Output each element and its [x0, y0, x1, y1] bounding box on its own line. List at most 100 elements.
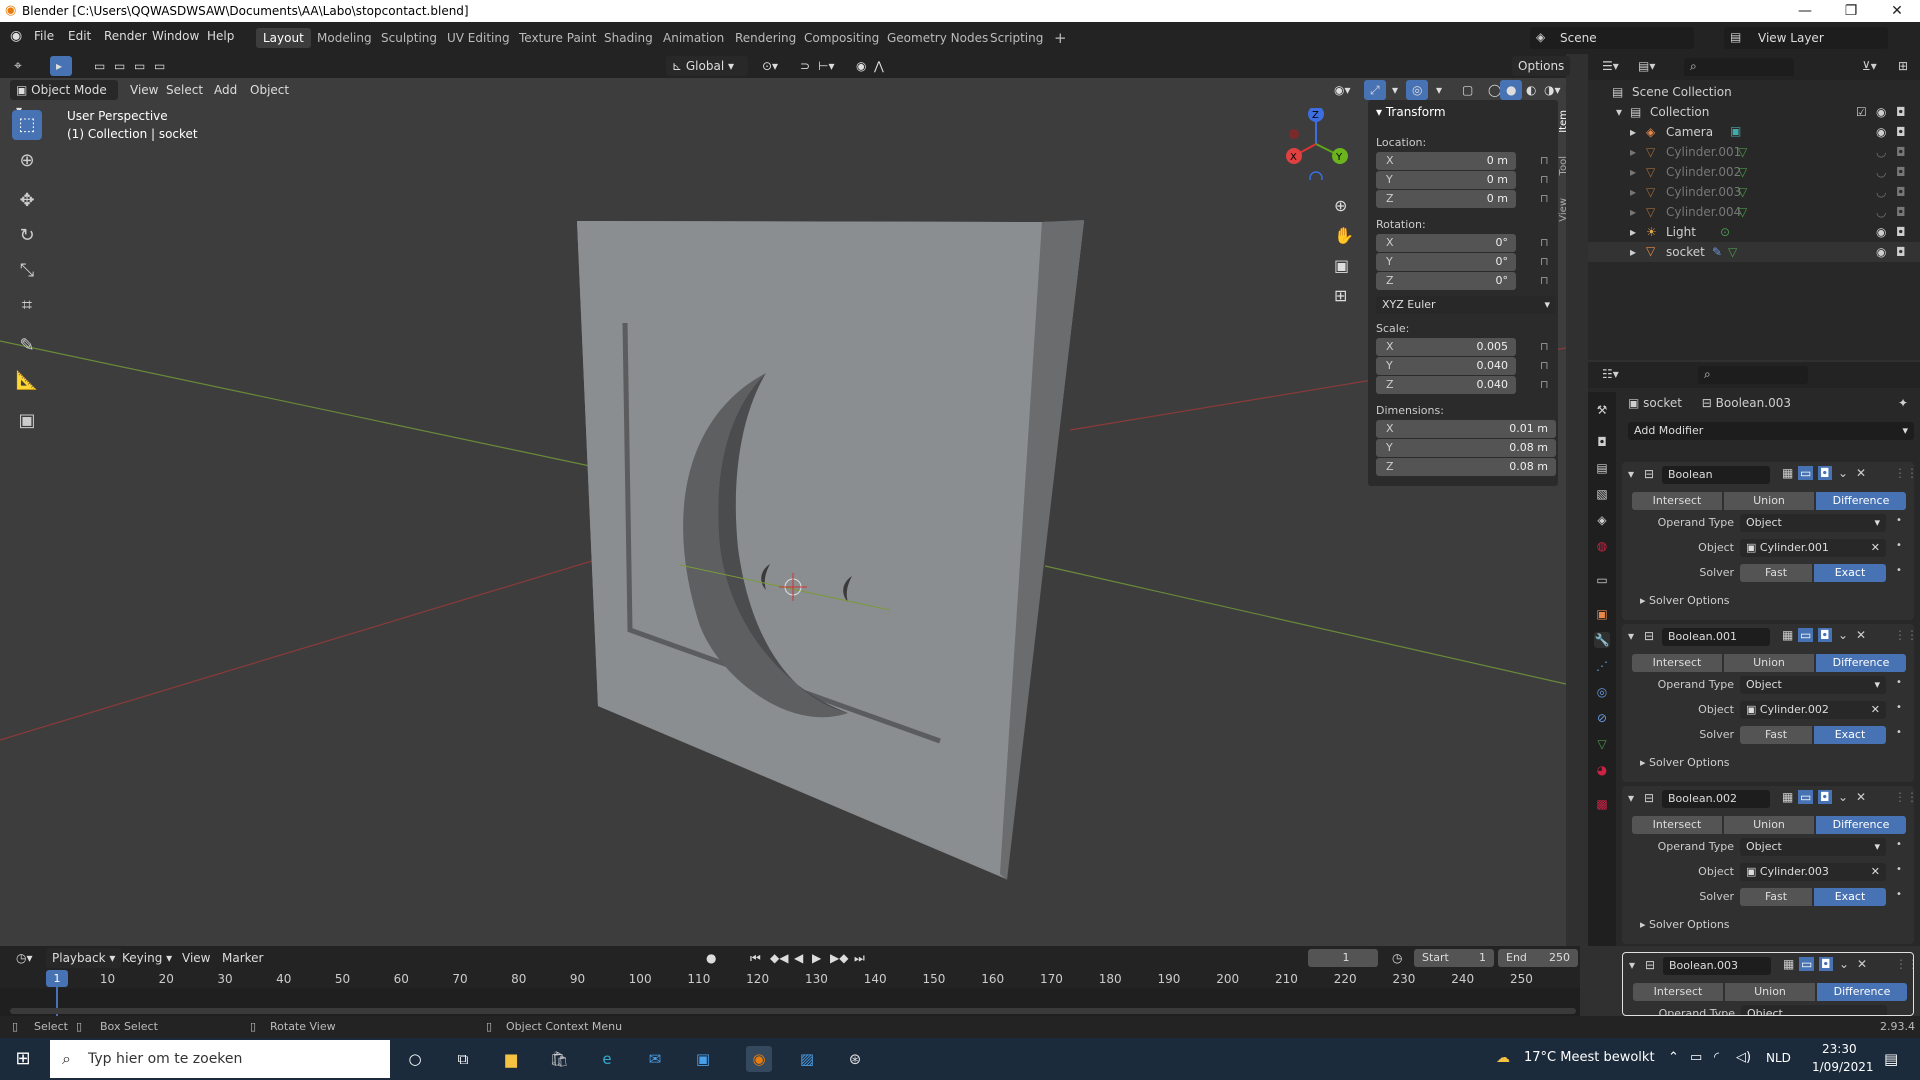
tab-texture-paint[interactable]: Texture Paint [512, 28, 603, 48]
remove-modifier-icon[interactable]: ✕ [1857, 957, 1867, 971]
properties-type-icon[interactable]: ☷▾ [1602, 367, 1619, 381]
eye-icon[interactable]: ◉ [1876, 225, 1886, 239]
solver-fast-button[interactable]: Fast [1740, 726, 1812, 744]
outliner-row-socket[interactable]: ▸ ▽ socket ✎ ▽ ◉ ◘ [1588, 242, 1920, 262]
clear-icon[interactable]: ✕ [1871, 701, 1880, 719]
outliner-row-cylinder-001[interactable]: ▸ ▽ Cylinder.001 ▽ ◡ ◘ [1588, 142, 1920, 162]
keyframe-dot-icon[interactable]: • [1896, 839, 1902, 850]
cortana-icon[interactable]: ○ [402, 1046, 428, 1072]
viewport-toggle-icon[interactable]: ▭ [1798, 790, 1814, 804]
tab-compositing[interactable]: Compositing [797, 28, 886, 48]
camera-icon[interactable]: ◘ [1896, 225, 1906, 239]
network-icon[interactable]: ▭ [1690, 1050, 1702, 1065]
clock-time[interactable]: 23:30 [1822, 1042, 1857, 1056]
outliner-type-icon[interactable]: ☰▾ [1602, 59, 1619, 73]
collapse-icon[interactable]: ▾ [1628, 629, 1634, 643]
visibility-icon[interactable]: ◉▾ [1328, 80, 1357, 100]
object-tab-icon[interactable]: ▣ [1594, 606, 1610, 622]
tab-view[interactable]: View [1558, 198, 1574, 222]
transform-header[interactable]: ▾ Transform [1376, 105, 1446, 119]
volume-icon[interactable]: ◁) [1736, 1050, 1751, 1065]
scene-selector[interactable]: ◈ Scene [1530, 27, 1694, 49]
menu-marker[interactable]: Marker [216, 948, 269, 968]
add-workspace-icon[interactable]: + [1047, 28, 1074, 48]
render-toggle-icon[interactable]: ◘ [1818, 790, 1832, 804]
expand-icon[interactable]: ▸ [1630, 185, 1636, 199]
editmode-toggle-icon[interactable]: ▦ [1782, 790, 1793, 804]
difference-button[interactable]: Difference [1816, 654, 1906, 672]
scale-z-field[interactable]: Z 0.040 [1376, 376, 1516, 394]
camera-icon[interactable]: ◘ [1896, 145, 1906, 159]
view-layer-tab-icon[interactable]: ▧ [1594, 486, 1610, 502]
keyframe-dot-icon[interactable]: • [1896, 565, 1902, 576]
menu-object[interactable]: Object [244, 80, 295, 100]
scale-tool-icon[interactable]: ⤡ [12, 256, 42, 286]
lock-icon[interactable]: ⊓ [1540, 359, 1549, 372]
solver-exact-button[interactable]: Exact [1814, 726, 1886, 744]
expand-icon[interactable]: ▸ [1630, 245, 1636, 259]
union-button[interactable]: Union [1724, 816, 1814, 834]
view-layer-selector[interactable]: ▤ View Layer [1724, 27, 1888, 49]
navigation-gizmo[interactable]: Z Y X [1280, 106, 1352, 185]
rotation-z-field[interactable]: Z 0° [1376, 272, 1516, 290]
display-mode-icon[interactable]: ▤▾ [1638, 59, 1655, 73]
solver-exact-button[interactable]: Exact [1814, 564, 1886, 582]
orientation-dropdown[interactable]: ⊾ Global ▾ [666, 56, 748, 76]
eye-hidden-icon[interactable]: ◡ [1876, 205, 1886, 219]
lock-icon[interactable]: ⊓ [1540, 154, 1549, 167]
outliner-row-light[interactable]: ▸ ☀ Light ⊙ ◉ ◘ [1588, 222, 1920, 242]
editmode-toggle-icon[interactable]: ▦ [1782, 466, 1793, 480]
pan-hand-icon[interactable]: ✋ [1334, 226, 1354, 245]
modifier-tab-icon[interactable]: 🔧 [1594, 632, 1610, 648]
options-dropdown[interactable]: Options [1512, 56, 1571, 76]
photos-icon[interactable]: ▨ [794, 1046, 820, 1072]
location-x-field[interactable]: X 0 m [1376, 152, 1516, 170]
expand-icon[interactable]: ▸ [1630, 225, 1636, 239]
jump-end-icon[interactable]: ⏭ [848, 948, 871, 968]
tab-animation[interactable]: Animation [656, 28, 731, 48]
camera-icon[interactable]: ◘ [1896, 165, 1906, 179]
rendered-shading-icon[interactable]: ◑▾ [1538, 80, 1567, 100]
camera-icon[interactable]: ◘ [1896, 125, 1906, 139]
scene-tab-icon[interactable]: ◈ [1594, 512, 1610, 528]
outliner-row-cylinder-004[interactable]: ▸ ▽ Cylinder.004 ▽ ◡ ◘ [1588, 202, 1920, 222]
keyframe-dot-icon[interactable]: • [1896, 727, 1902, 738]
xray-icon[interactable]: ▢ [1456, 80, 1479, 100]
intersect-button[interactable]: Intersect [1632, 816, 1722, 834]
annotate-tool-icon[interactable]: ✎ [12, 331, 42, 361]
camera-icon[interactable]: ◘ [1896, 185, 1906, 199]
record-icon[interactable]: ● [700, 948, 722, 968]
lock-icon[interactable]: ⊓ [1540, 192, 1549, 205]
object-field[interactable]: ▣ Cylinder.003 ✕ [1740, 863, 1886, 881]
clear-icon[interactable]: ✕ [1871, 863, 1880, 881]
keyframe-dot-icon[interactable]: • [1896, 540, 1902, 551]
maximize-button[interactable]: ❐ [1828, 0, 1874, 22]
checkbox-icon[interactable]: ☑ [1856, 105, 1867, 119]
clock-date[interactable]: 1/09/2021 [1812, 1060, 1874, 1074]
lock-icon[interactable]: ⊓ [1540, 173, 1549, 186]
modifier-menu-icon[interactable]: ⌄ [1838, 466, 1848, 480]
outliner-row-cylinder-002[interactable]: ▸ ▽ Cylinder.002 ▽ ◡ ◘ [1588, 162, 1920, 182]
tab-rendering[interactable]: Rendering [728, 28, 803, 48]
keyframe-dot-icon[interactable]: • [1896, 702, 1902, 713]
tab-layout[interactable]: Layout [256, 28, 311, 48]
operand-type-dropdown[interactable]: Object ▾ [1740, 676, 1886, 694]
select-mode-icon[interactable]: ▸ [50, 56, 72, 76]
collection-tab-icon[interactable]: ▭ [1594, 572, 1610, 588]
drag-handle-icon[interactable]: ⋮⋮ [1895, 957, 1913, 971]
keyframe-dot-icon[interactable]: • [1896, 677, 1902, 688]
dimensions-y-field[interactable]: Y 0.08 m [1376, 439, 1556, 457]
tab-uv-editing[interactable]: UV Editing [440, 28, 517, 48]
rotate-tool-icon[interactable]: ↻ [12, 221, 42, 251]
tab-geometry-nodes[interactable]: Geometry Nodes [880, 28, 995, 48]
timeline-editor-icon[interactable]: ◷▾ [10, 948, 39, 968]
file-explorer-icon[interactable]: ▆ [498, 1046, 524, 1072]
rotation-mode-dropdown[interactable]: XYZ Euler ▾ [1376, 296, 1556, 314]
mode-dropdown[interactable]: ▣ Object Mode ▾ [10, 80, 118, 117]
store-icon[interactable]: 🛍 [546, 1046, 572, 1072]
modifier-name-field[interactable]: Boolean.002 [1662, 790, 1770, 808]
lock-icon[interactable]: ⊓ [1540, 255, 1549, 268]
snap-target-icon[interactable]: ⊢▾ [812, 56, 840, 76]
render-tab-icon[interactable]: ◘ [1594, 434, 1610, 450]
viewport-toggle-icon[interactable]: ▭ [1798, 466, 1814, 480]
